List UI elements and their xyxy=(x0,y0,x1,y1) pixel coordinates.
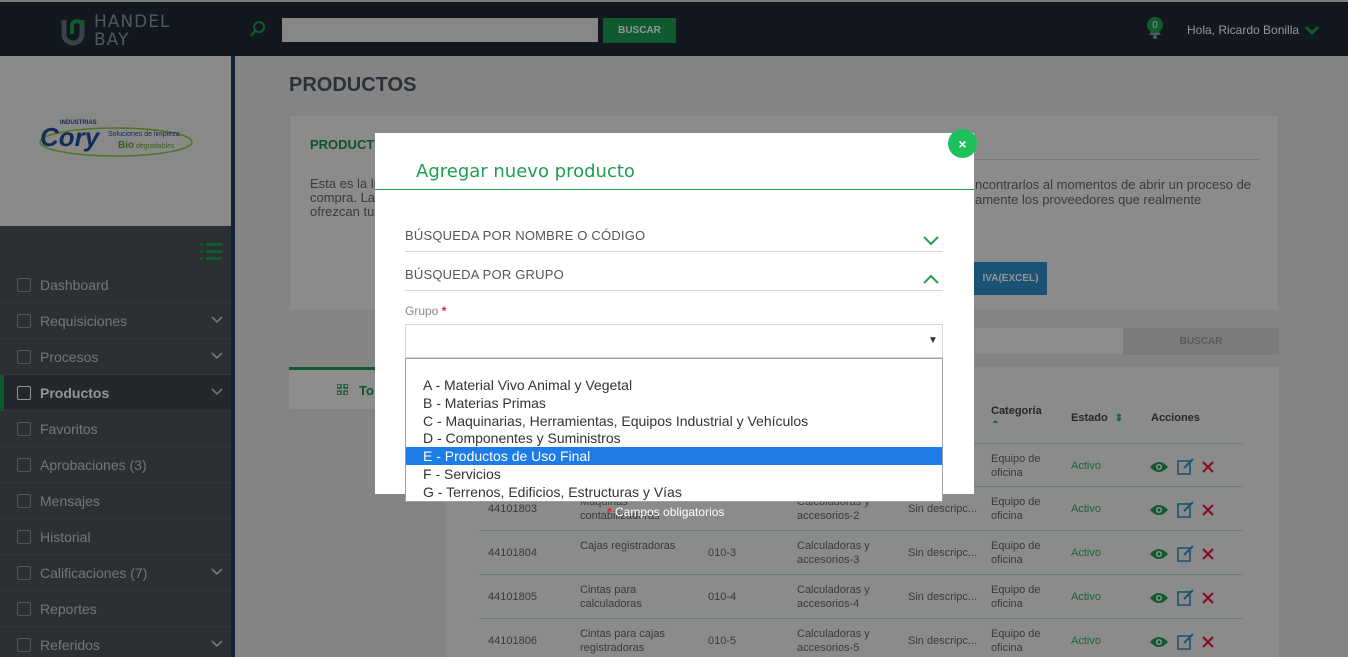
accordion-search-by-group[interactable]: BÚSQUEDA POR GRUPO xyxy=(405,267,564,282)
chevron-down-icon[interactable] xyxy=(922,234,940,246)
accordion-search-by-name[interactable]: BÚSQUEDA POR NOMBRE O CÓDIGO xyxy=(405,228,645,243)
grupo-option[interactable]: B - Materias Primas xyxy=(406,394,942,412)
modal-title-divider xyxy=(375,189,974,190)
grupo-select[interactable] xyxy=(405,324,943,358)
required-marker: * xyxy=(441,304,447,318)
accordion-divider xyxy=(405,290,943,291)
grupo-option[interactable]: E - Productos de Uso Final xyxy=(406,447,942,466)
required-marker: * xyxy=(607,505,612,519)
grupo-option[interactable]: A - Material Vivo Animal y Vegetal xyxy=(406,376,942,394)
chevron-up-icon[interactable] xyxy=(922,273,940,285)
modal-title: Agregar nuevo producto xyxy=(416,161,635,182)
grupo-option[interactable]: G - Terrenos, Edificios, Estructuras y V… xyxy=(406,483,942,501)
grupo-option[interactable]: C - Maquinarias, Herramientas, Equipos I… xyxy=(406,412,942,430)
grupo-field-label: Grupo * xyxy=(405,304,446,318)
grupo-option[interactable]: D - Componentes y Suministros xyxy=(406,429,942,447)
dropdown-arrow-icon[interactable]: ▼ xyxy=(928,335,938,346)
grupo-option[interactable]: F - Servicios xyxy=(406,465,942,483)
close-modal-button[interactable]: × xyxy=(948,129,977,158)
mandatory-note-text: Campos obligatorios xyxy=(615,505,725,519)
mandatory-fields-note: * Campos obligatorios xyxy=(607,505,724,519)
accordion-divider xyxy=(405,251,943,252)
grupo-label-text: Grupo xyxy=(405,304,439,318)
